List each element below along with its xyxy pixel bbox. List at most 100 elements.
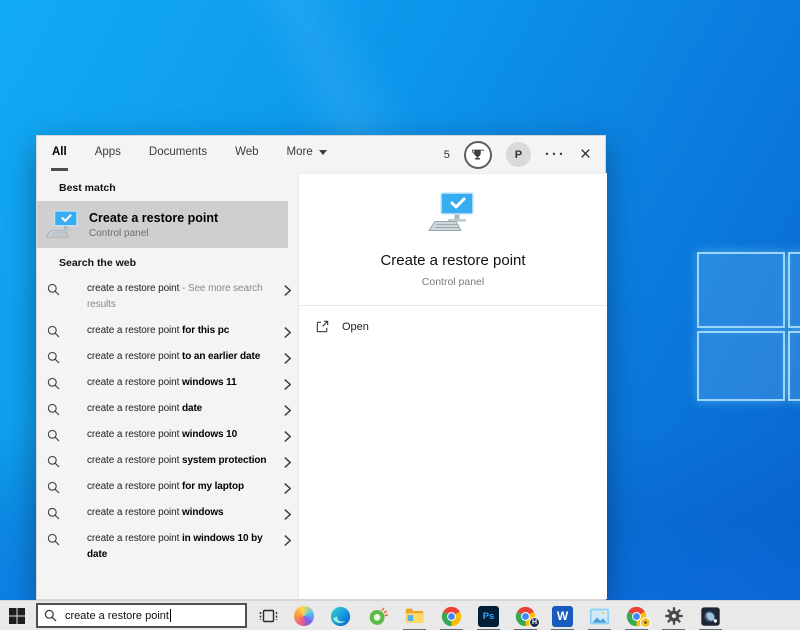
search-icon (47, 351, 60, 364)
chevron-right-icon (284, 327, 292, 338)
suggestion-row[interactable]: create a restore point in windows 10 by … (37, 526, 298, 568)
more-options-button[interactable]: ··· (545, 147, 566, 162)
logo-pane (788, 331, 800, 401)
monitor-check-icon (45, 210, 78, 237)
search-icon (44, 609, 57, 622)
monitor-check-icon (428, 192, 474, 231)
suggestion-row[interactable]: create a restore point to an earlier dat… (37, 344, 298, 370)
logo-pane (788, 252, 800, 328)
gear-icon (664, 607, 683, 625)
suggestion-text: create a restore point windows (87, 507, 224, 518)
task-view-icon (259, 609, 277, 623)
close-icon[interactable]: × (580, 145, 591, 164)
best-match-result[interactable]: Create a restore point Control panel (37, 201, 288, 248)
logo-pane (697, 252, 785, 328)
preview-title: Create a restore point (380, 252, 526, 269)
suggestion-row[interactable]: create a restore point windows (37, 500, 298, 526)
search-icon (47, 507, 60, 520)
suggestion-row[interactable]: create a restore point system protection (37, 448, 298, 474)
profile-badge-h: H (529, 617, 540, 628)
best-match-subtitle: Control panel (89, 227, 149, 239)
tab-more-label: More (286, 146, 313, 158)
logo-pane (697, 331, 785, 401)
taskbar-icon-chrome-profile-h[interactable]: H (507, 601, 544, 630)
results-panel: Best match Create a restore point Contro… (37, 173, 298, 599)
chevron-right-icon (284, 353, 292, 364)
suggestion-text: create a restore point date (87, 403, 203, 414)
tab-more[interactable]: More (286, 136, 328, 171)
suggestion-row[interactable]: create a restore point windows 11 (37, 370, 298, 396)
suggestion-row[interactable]: create a restore point date (37, 396, 298, 422)
rewards-count: 5 (443, 148, 450, 161)
search-web-section-label: Search the web (59, 257, 137, 269)
search-icon (47, 377, 60, 390)
suggestion-text: create a restore point windows 11 (87, 377, 237, 388)
task-view-button[interactable] (252, 601, 284, 630)
best-match-text: Create a restore point Control panel (89, 211, 218, 239)
desktop-wallpaper: All Apps Documents Web More 5 P ··· × Be… (0, 0, 800, 630)
chevron-right-icon (284, 431, 292, 442)
user-avatar[interactable]: P (505, 142, 531, 167)
open-icon (316, 320, 329, 333)
tab-apps[interactable]: Apps (94, 136, 122, 171)
photos-icon (589, 608, 610, 624)
suggestion-text: create a restore point to an earlier dat… (87, 351, 261, 362)
taskbar-search-input[interactable]: create a restore point (36, 603, 247, 628)
driver-updater-icon (369, 607, 388, 625)
best-match-title: Create a restore point (89, 210, 219, 225)
taskbar-icon-file-explorer[interactable] (396, 601, 433, 630)
tab-documents[interactable]: Documents (148, 136, 208, 171)
copilot-icon (293, 606, 314, 626)
chevron-down-icon (318, 150, 327, 155)
taskbar-icon-word[interactable]: W (544, 601, 581, 630)
taskbar-icon-photos[interactable] (581, 601, 618, 630)
tab-web[interactable]: Web (234, 136, 259, 171)
search-icon (47, 283, 60, 296)
search-filter-tabs: All Apps Documents Web More 5 P ··· × (37, 136, 605, 173)
chevron-right-icon (284, 285, 292, 296)
taskbar-icon-copilot[interactable] (285, 601, 322, 630)
suggestion-row[interactable]: create a restore point for this pc (37, 318, 298, 344)
search-icon (47, 403, 60, 416)
suggestion-text: create a restore point in windows 10 by … (87, 533, 263, 560)
search-input-value: create a restore point (65, 609, 169, 622)
preview-subtitle: Control panel (421, 276, 485, 288)
start-button[interactable] (0, 601, 34, 630)
taskbar-icon-game[interactable] (692, 601, 729, 630)
search-icon (47, 429, 60, 442)
suggestion-text: create a restore point for this pc (87, 325, 230, 336)
rewards-trophy-button[interactable] (463, 140, 492, 169)
taskbar-icon-settings[interactable] (655, 601, 692, 630)
chevron-right-icon (284, 457, 292, 468)
taskbar-icon-driver-updater[interactable] (359, 601, 396, 630)
trophy-icon (472, 149, 485, 160)
suggestion-text: create a restore point for my laptop (87, 481, 245, 492)
word-icon: W (552, 605, 575, 627)
suggestion-row[interactable]: create a restore point windows 10 (37, 422, 298, 448)
suggestion-row[interactable]: create a restore point for my laptop (37, 474, 298, 500)
taskbar-icon-chrome[interactable] (433, 601, 470, 630)
tab-all[interactable]: All (51, 136, 68, 171)
taskbar-icon-photoshop[interactable]: Ps (470, 601, 507, 630)
taskbar-icon-edge[interactable] (322, 601, 359, 630)
search-icon (47, 455, 60, 468)
file-explorer-icon (405, 608, 423, 623)
chevron-right-icon (284, 535, 292, 546)
chevron-right-icon (284, 483, 292, 494)
search-icon (47, 325, 60, 338)
open-action[interactable]: Open (299, 306, 607, 347)
search-flyout-window: All Apps Documents Web More 5 P ··· × Be… (36, 135, 607, 600)
suggestion-text: create a restore point windows 10 (87, 429, 238, 440)
best-match-section-label: Best match (59, 182, 116, 194)
game-icon (701, 606, 720, 626)
text-caret (169, 609, 171, 622)
suggestion-text: create a restore point system protection (87, 455, 267, 466)
taskbar-icon-chrome-profile-gold[interactable] (618, 601, 655, 630)
chevron-right-icon (284, 379, 292, 390)
chevron-right-icon (284, 405, 292, 416)
chevron-right-icon (284, 509, 292, 520)
taskbar: create a restore point Ps H W (0, 600, 800, 630)
edge-icon (330, 606, 351, 626)
suggestion-row[interactable]: create a restore point - See more search… (37, 276, 298, 318)
preview-panel: Create a restore point Control panel Ope… (298, 173, 607, 599)
